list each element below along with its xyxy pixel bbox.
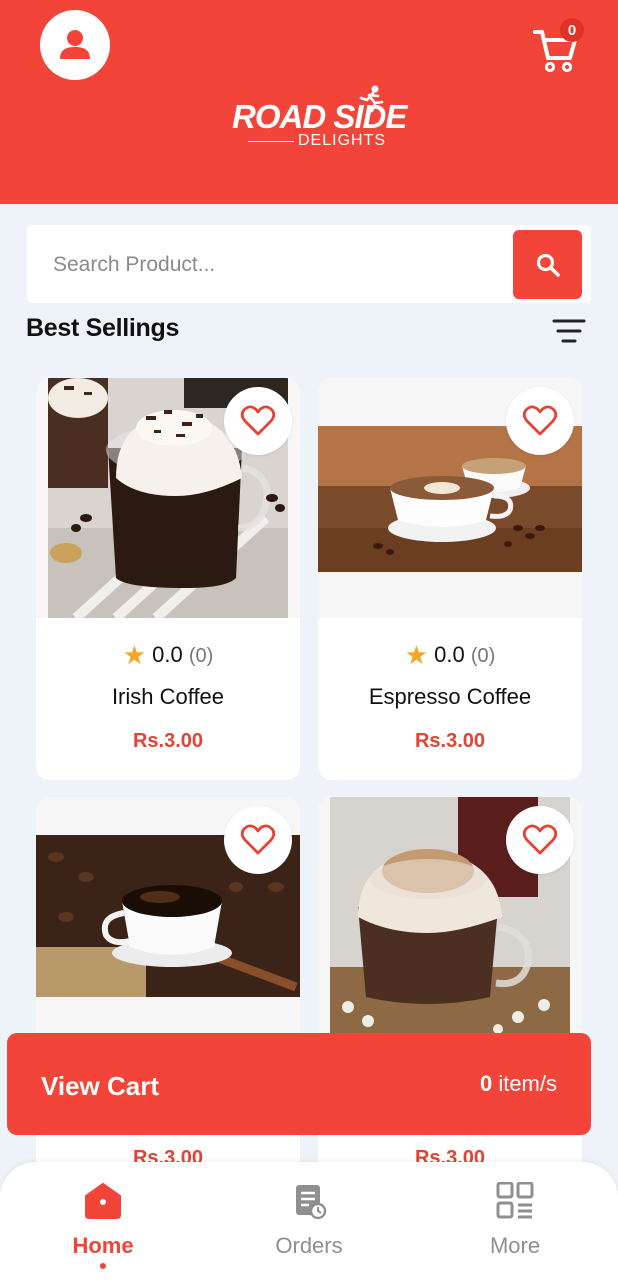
orders-icon (296, 1185, 327, 1220)
cart-item-count: 0 item/s (480, 1071, 557, 1097)
favorite-button[interactable] (224, 806, 292, 874)
app-header: ROAD SIDE DELIGHTS 0 (0, 0, 618, 204)
nav-orders-label: Orders (275, 1233, 343, 1258)
rating-count: (0) (470, 645, 496, 667)
nav-more[interactable]: More (455, 1181, 575, 1259)
heart-icon (240, 824, 276, 855)
home-icon (85, 1183, 121, 1219)
grid-icon (496, 1181, 534, 1219)
filter-button[interactable] (552, 318, 586, 346)
brand-logo: ROAD SIDE DELIGHTS (228, 84, 407, 154)
product-name: Espresso Coffee (368, 684, 532, 709)
view-cart-label: View Cart (41, 1071, 160, 1101)
search-bar (27, 225, 591, 303)
nav-more-label: More (489, 1233, 541, 1258)
product-rating: ★ 0.0 (0) (36, 640, 300, 671)
heart-icon (240, 405, 276, 436)
star-icon: ★ (404, 640, 428, 670)
bottom-navigation: Home Orders More (0, 1162, 618, 1280)
product-card[interactable]: ★ 0.0 (0) Espresso Coffee Rs.3.00 (318, 378, 582, 780)
favorite-button[interactable] (506, 387, 574, 455)
product-price: Rs.3.00 (414, 730, 486, 752)
profile-button[interactable] (40, 10, 110, 80)
product-card[interactable]: ★ 0.0 (0) Irish Coffee Rs.3.00 (36, 378, 300, 780)
cart-count-badge: 0 (560, 18, 584, 42)
product-price: Rs.3.00 (132, 730, 204, 752)
rating-count: (0) (188, 645, 214, 667)
product-rating: ★ 0.0 (0) (318, 640, 582, 671)
rating-value: 0.0 (152, 642, 183, 667)
cart-button[interactable]: 0 (532, 18, 588, 73)
star-icon: ★ (122, 640, 146, 670)
favorite-button[interactable] (224, 387, 292, 455)
search-button[interactable] (513, 230, 582, 299)
product-name: Irish Coffee (111, 684, 225, 709)
nav-home[interactable]: Home (43, 1182, 163, 1269)
search-icon (536, 253, 560, 277)
product-card[interactable]: Rs.3.00 (36, 797, 300, 1197)
nav-home-label: Home (72, 1233, 134, 1258)
logo-divider (248, 141, 294, 142)
product-card[interactable]: Rs.3.00 (318, 797, 582, 1197)
filter-icon (552, 319, 586, 343)
user-icon (60, 30, 90, 59)
cart-item-number: 0 (479, 1071, 493, 1096)
heart-icon (522, 824, 558, 855)
favorite-button[interactable] (506, 806, 574, 874)
cart-item-suffix: item/s (498, 1071, 557, 1096)
search-input[interactable] (53, 245, 493, 285)
heart-icon (522, 405, 558, 436)
section-title: Best Sellings (26, 314, 180, 342)
rating-value: 0.0 (434, 642, 465, 667)
logo-wordmark: ROAD SIDE (232, 98, 407, 135)
logo-subtitle: DELIGHTS (298, 132, 387, 149)
view-cart-button[interactable]: View Cart 0 item/s (7, 1033, 591, 1135)
nav-orders[interactable]: Orders (249, 1182, 369, 1259)
active-indicator (100, 1263, 106, 1269)
